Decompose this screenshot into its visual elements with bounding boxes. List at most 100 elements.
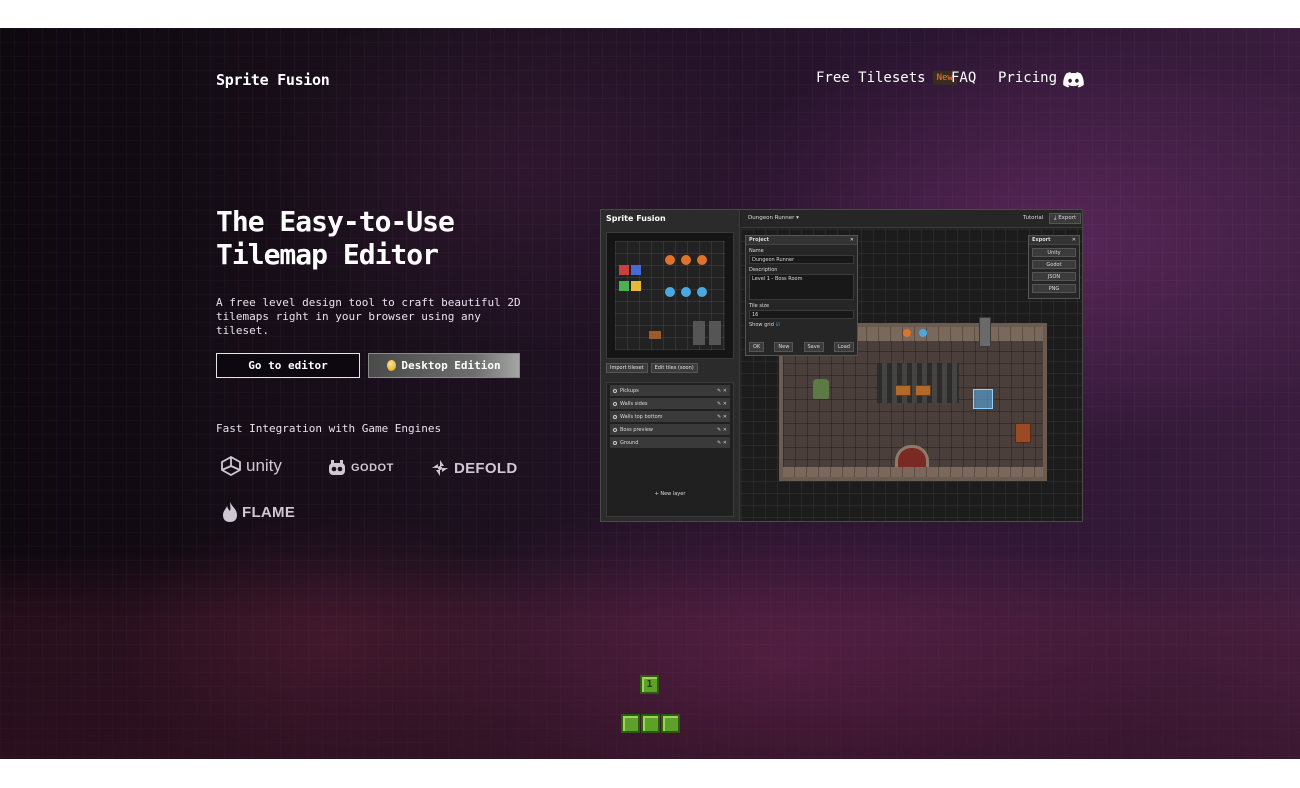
project-dropdown[interactable]: Dungeon Runner ▾	[748, 215, 799, 221]
layer-actions-icon[interactable]: ✎ ✕	[717, 401, 727, 407]
green-tile-counter: 1	[640, 675, 659, 694]
go-to-editor-label: Go to editor	[248, 359, 328, 372]
room-pillar	[979, 317, 991, 347]
boss-sprite	[813, 379, 829, 399]
tile-fire-orange	[665, 255, 675, 265]
new-layer-button[interactable]: + New layer	[607, 491, 733, 497]
tile-blue	[631, 265, 641, 275]
godot-icon	[329, 460, 345, 475]
name-field[interactable]: Dungeon Runner	[749, 255, 854, 264]
layer-row[interactable]: Walls sides ✎ ✕	[610, 398, 730, 409]
load-button[interactable]: Load	[833, 342, 854, 352]
export-unity[interactable]: Unity	[1032, 248, 1076, 257]
eye-icon[interactable]	[613, 401, 617, 406]
export-godot[interactable]: Godot	[1032, 260, 1076, 269]
desktop-edition-button[interactable]: Desktop Edition	[368, 353, 520, 378]
tutorial-link[interactable]: Tutorial	[1023, 215, 1043, 221]
show-grid-label: Show grid	[749, 322, 774, 328]
tile-fire-blue-2	[681, 287, 691, 297]
unity-icon	[221, 456, 241, 476]
export-json[interactable]: JSON	[1032, 272, 1076, 281]
layer-row[interactable]: Ground ✎ ✕	[610, 437, 730, 448]
eye-icon[interactable]	[613, 388, 617, 393]
layer-row[interactable]: Pickups ✎ ✕	[610, 385, 730, 396]
project-panel-title: Project	[749, 237, 770, 243]
room-bottom-wall	[783, 467, 1043, 477]
layer-actions-icon[interactable]: ✎ ✕	[717, 388, 727, 394]
close-icon[interactable]: ✕	[1072, 237, 1076, 243]
close-icon[interactable]: ✕	[850, 237, 854, 243]
layer-label: Walls sides	[620, 400, 648, 407]
nav-faq[interactable]: FAQ	[951, 70, 976, 86]
name-label: Name	[749, 248, 764, 254]
description-field[interactable]: Level 1 - Boss Room	[749, 274, 854, 300]
tile-size-label: Tile size	[749, 303, 770, 309]
layer-label: Boss preview	[620, 426, 653, 433]
checkbox-checked-icon[interactable]: ☑	[775, 322, 779, 328]
nav-free-tilesets[interactable]: Free Tilesets New	[816, 70, 957, 86]
eye-icon[interactable]	[613, 414, 617, 419]
tile-green	[619, 281, 629, 291]
show-grid-row[interactable]: Show grid ☑	[746, 321, 857, 329]
new-button[interactable]: New	[774, 342, 794, 352]
go-to-editor-button[interactable]: Go to editor	[216, 353, 360, 378]
tile-yellow	[631, 281, 641, 291]
godot-logo: GODOT	[327, 458, 394, 478]
flame-label: FLAME	[242, 503, 296, 521]
site-logo[interactable]: Sprite Fusion	[216, 71, 330, 89]
layer-label: Pickups	[620, 387, 639, 394]
import-tileset-button[interactable]: Import tileset	[606, 363, 648, 373]
defold-label: DEFOLD	[454, 459, 518, 477]
unity-logo: unity	[220, 456, 282, 476]
flame-icon	[223, 502, 237, 522]
tile-size-field[interactable]: 16	[749, 310, 854, 319]
layer-label: Walls top bottom	[620, 413, 663, 420]
tileset-preview[interactable]	[606, 232, 734, 359]
green-tile	[641, 714, 660, 733]
editor-sidebar: Sprite Fusion Import tileset Edit tiles …	[601, 210, 740, 521]
treasure-chest	[895, 385, 911, 396]
project-panel: Project ✕ Name Dungeon Runner Description…	[745, 235, 858, 356]
nav-pricing[interactable]: Pricing	[998, 70, 1057, 86]
layer-label: Ground	[620, 439, 639, 446]
spike-trap-area	[877, 363, 959, 403]
hero-section: Sprite Fusion Free Tilesets New FAQ Pric…	[0, 28, 1300, 759]
coin-icon	[387, 360, 397, 371]
layer-actions-icon[interactable]: ✎ ✕	[717, 427, 727, 433]
green-tile	[661, 714, 680, 733]
editor-toolbar: Dungeon Runner ▾ Tutorial ⤓ Export	[741, 210, 1082, 228]
wooden-crate	[1015, 423, 1031, 443]
tile-red	[619, 265, 629, 275]
project-panel-actions: OK New Save Load	[749, 342, 854, 352]
editor-title: Sprite Fusion	[606, 214, 666, 223]
layer-row[interactable]: Boss preview ✎ ✕	[610, 424, 730, 435]
export-png[interactable]: PNG	[1032, 284, 1076, 293]
eye-icon[interactable]	[613, 427, 617, 432]
edit-tiles-button[interactable]: Edit tiles (soon)	[650, 363, 698, 373]
tile-chest	[649, 331, 661, 339]
export-panel-header: Export ✕	[1029, 236, 1079, 245]
project-name: Dungeon Runner	[748, 215, 795, 221]
tile-fire-blue-3	[697, 287, 707, 297]
tile-pillar	[693, 321, 705, 345]
treasure-chest	[915, 385, 931, 396]
save-button[interactable]: Save	[803, 342, 824, 352]
eye-icon[interactable]	[613, 440, 617, 445]
discord-icon[interactable]	[1063, 72, 1084, 88]
export-button[interactable]: ⤓ Export	[1049, 213, 1082, 224]
layer-actions-icon[interactable]: ✎ ✕	[717, 440, 727, 446]
map-canvas[interactable]: Project ✕ Name Dungeon Runner Description…	[741, 229, 1082, 521]
defold-logo: DEFOLD	[430, 458, 517, 478]
editor-preview: Sprite Fusion Import tileset Edit tiles …	[600, 209, 1083, 522]
layer-row[interactable]: Walls top bottom ✎ ✕	[610, 411, 730, 422]
tile-fire-blue	[665, 287, 675, 297]
tile-fire-orange-2	[681, 255, 691, 265]
export-label: Export	[1058, 215, 1077, 221]
layer-actions-icon[interactable]: ✎ ✕	[717, 414, 727, 420]
hero-description: A free level design tool to craft beauti…	[216, 296, 521, 337]
nav-free-tilesets-label[interactable]: Free Tilesets	[816, 70, 926, 86]
chevron-down-icon: ▾	[796, 215, 799, 221]
export-panel-title: Export	[1032, 237, 1051, 243]
defold-icon	[432, 460, 448, 476]
ok-button[interactable]: OK	[749, 342, 765, 352]
